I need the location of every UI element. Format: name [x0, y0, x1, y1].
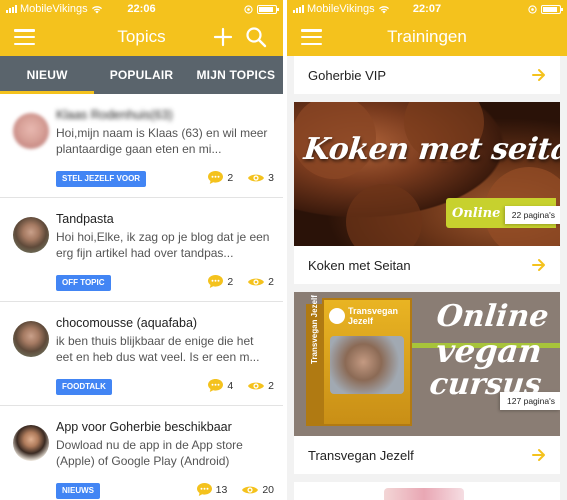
status-time: 22:06: [127, 3, 156, 15]
training-card[interactable]: Koken met seitan Online 22 pagina's Koke…: [294, 102, 560, 284]
topic-row[interactable]: Klaas Rodenhuis(63) Hoi,mijn naam is Kla…: [0, 94, 283, 198]
eye-icon: [242, 486, 259, 493]
view-count: 3: [268, 171, 274, 184]
avatar: [13, 217, 49, 253]
topic-tag[interactable]: FOODTALK: [56, 379, 112, 395]
topic-stats: 2 2: [207, 274, 274, 289]
training-list: Goherbie VIP Koken met seitan Online 22 …: [287, 56, 567, 500]
avatar: [13, 113, 49, 149]
view-count: 2: [268, 275, 274, 288]
topic-list: Klaas Rodenhuis(63) Hoi,mijn naam is Kla…: [0, 94, 283, 500]
topic-stats: 4 2: [207, 378, 274, 393]
avatar: [13, 321, 49, 357]
comment-icon: [208, 171, 224, 184]
training-card[interactable]: Goherbie VIP: [294, 56, 560, 94]
status-bar: MobileVikings 22:07: [287, 0, 567, 18]
topic-stats: 13 20: [196, 482, 274, 497]
training-card[interactable]: Transvegan Jezelf Transvegan Jezelf Onli…: [294, 292, 560, 474]
view-count: 2: [268, 379, 274, 392]
training-row[interactable]: Transvegan Jezelf: [294, 436, 560, 474]
training-image: Transvegan Jezelf Transvegan Jezelf Onli…: [294, 292, 560, 436]
battery-icon: [541, 4, 563, 14]
next-card-image: [384, 488, 464, 500]
trainings-screen: MobileVikings 22:07 Trainingen Goherbie …: [287, 0, 567, 500]
book-spine-text: Transvegan Jezelf: [310, 295, 319, 364]
status-time: 22:07: [412, 3, 442, 15]
training-title: Goherbie VIP: [308, 67, 387, 83]
book-cover: Transvegan Jezelf Transvegan Jezelf: [306, 295, 412, 426]
book-title: Transvegan Jezelf: [348, 306, 399, 326]
eye-icon: [248, 174, 265, 181]
page-title: Trainingen: [387, 27, 467, 46]
topic-title: Tandpasta: [56, 212, 114, 226]
training-image-title: Online vegan cursus: [427, 299, 551, 402]
topic-tag[interactable]: OFF TOPIC: [56, 275, 111, 291]
avatar: [13, 425, 49, 461]
topic-tabs: NIEUW POPULAIR MIJN TOPICS: [0, 56, 283, 94]
training-row[interactable]: Goherbie VIP: [294, 56, 560, 94]
book-logo: [329, 308, 345, 324]
topic-row[interactable]: Tandpasta Hoi hoi,Elke, ik zag op je blo…: [0, 198, 283, 302]
add-topic-icon[interactable]: [212, 26, 234, 48]
topic-row[interactable]: App voor Goherbie beschikbaar Dowload nu…: [0, 406, 283, 500]
comment-icon: [196, 483, 212, 496]
battery-icon: [257, 4, 279, 14]
page-count: 127 pagina's: [500, 392, 560, 410]
training-row[interactable]: Koken met Seitan: [294, 246, 560, 284]
topic-excerpt: Hoi,mijn naam is Klaas (63) en wil meer …: [56, 126, 268, 156]
comment-icon: [208, 379, 224, 392]
page-count: 22 pagina's: [504, 206, 560, 224]
topic-excerpt: ik ben thuis blijkbaar de enige die het …: [56, 334, 260, 364]
topic-row[interactable]: chocomousse (aquafaba) ik ben thuis blij…: [0, 302, 283, 406]
search-icon[interactable]: [245, 26, 267, 48]
training-image-title: Koken met seitan: [302, 132, 560, 167]
training-title: Transvegan Jezelf: [308, 447, 414, 463]
topic-title: chocomousse (aquafaba): [56, 316, 198, 330]
comment-count: 13: [215, 483, 228, 496]
eye-icon: [248, 278, 265, 285]
topics-screen: MobileVikings 22:06 Topics NIEUW POPULAI…: [0, 0, 283, 500]
tab-nieuw[interactable]: NIEUW: [0, 56, 95, 94]
topic-stats: 2 3: [207, 170, 274, 185]
view-count: 20: [262, 483, 274, 496]
page-title: Topics: [117, 27, 166, 46]
training-card[interactable]: [294, 482, 560, 500]
arrow-right-icon: [532, 259, 545, 271]
arrow-right-icon: [532, 449, 545, 461]
comment-count: 2: [227, 171, 234, 184]
eye-icon: [248, 382, 265, 389]
app-header: Trainingen: [287, 18, 567, 56]
status-bar: MobileVikings 22:06: [0, 0, 283, 18]
topic-tag[interactable]: NIEUWS: [56, 483, 100, 499]
tab-populair[interactable]: POPULAIR: [94, 56, 188, 94]
comment-count: 2: [227, 275, 234, 288]
topic-excerpt: Dowload nu de app in de App store (Apple…: [56, 438, 243, 468]
training-title: Koken met Seitan: [308, 257, 411, 273]
training-image: Koken met seitan Online 22 pagina's: [294, 102, 560, 246]
topic-excerpt: Hoi hoi,Elke, ik zag op je blog dat je e…: [56, 230, 270, 260]
topic-author: Klaas Rodenhuis(63): [56, 108, 173, 122]
topic-tag[interactable]: STEL JEZELF VOOR: [56, 171, 147, 187]
arrow-right-icon: [532, 69, 545, 81]
app-header: Topics: [0, 18, 283, 56]
comment-icon: [208, 275, 224, 288]
book-photo: [330, 336, 404, 394]
comment-count: 4: [227, 379, 234, 392]
tab-mijn-topics[interactable]: MIJN TOPICS: [189, 56, 283, 94]
topic-title: App voor Goherbie beschikbaar: [56, 420, 232, 434]
